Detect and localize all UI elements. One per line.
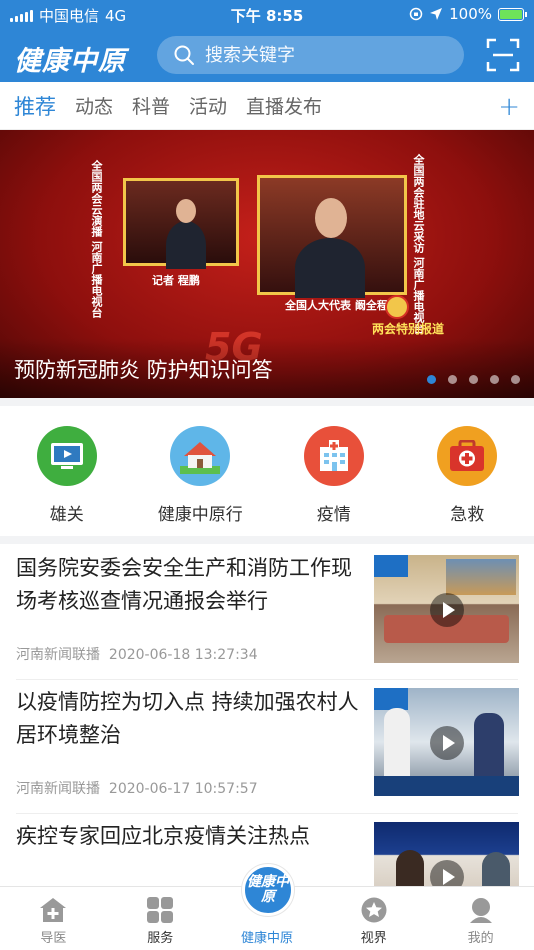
banner-screen-left bbox=[123, 178, 239, 269]
news-date: 2020-06-18 13:27:34 bbox=[108, 647, 258, 663]
banner-caption: 预防新冠肺炎 防护知识问答 bbox=[14, 358, 273, 382]
add-channel-icon[interactable]: + bbox=[498, 92, 520, 122]
app-logo: 健康中原 bbox=[14, 46, 126, 77]
banner-carousel[interactable]: 全国两会云演播 河南广播电视台 全国两会驻地云采访 河南广播电视台 记者 程鹏 … bbox=[0, 130, 534, 398]
tab-live[interactable]: 直播发布 bbox=[246, 92, 322, 119]
news-date: 2020-06-17 10:57:57 bbox=[108, 781, 258, 797]
tab-science[interactable]: 科普 bbox=[132, 92, 170, 119]
divider bbox=[0, 398, 534, 406]
shortcut-grid: 雄关 健康中原行 疫情 急救 bbox=[0, 406, 534, 536]
carousel-dot[interactable] bbox=[448, 375, 457, 384]
tabbar-item-mine[interactable]: 我的 bbox=[427, 887, 534, 950]
video-screen-icon bbox=[36, 426, 97, 486]
shortcut-label: 雄关 bbox=[49, 505, 84, 525]
carousel-dot[interactable] bbox=[427, 375, 436, 384]
scan-icon[interactable] bbox=[486, 38, 520, 72]
shortcut-first-aid[interactable]: 急救 bbox=[401, 406, 534, 536]
tabbar-label: 健康中原 bbox=[240, 931, 293, 946]
banner-reporter-label: 记者 程鹏 bbox=[152, 274, 200, 287]
news-title: 疾控专家回应北京疫情关注热点 bbox=[16, 824, 310, 848]
battery-text: 100% bbox=[449, 5, 492, 23]
news-source: 河南新闻联播 bbox=[16, 781, 100, 797]
star-circle-icon bbox=[361, 897, 387, 923]
news-item[interactable]: 以疫情防控为切入点 持续加强农村人居环境整治 河南新闻联播 2020-06-17… bbox=[0, 680, 534, 814]
tabbar-label: 导医 bbox=[40, 931, 67, 946]
play-icon[interactable] bbox=[430, 726, 464, 760]
news-caption-strip bbox=[374, 776, 519, 796]
first-aid-kit-icon bbox=[437, 426, 498, 486]
tab-events[interactable]: 活动 bbox=[189, 92, 227, 119]
news-item[interactable]: 国务院安委会安全生产和消防工作现场考核巡查情况通报会举行 河南新闻联播 2020… bbox=[0, 544, 534, 678]
tabbar-item-guide[interactable]: 导医 bbox=[0, 887, 107, 950]
tab-recommend[interactable]: 推荐 bbox=[14, 91, 56, 121]
carousel-dot[interactable] bbox=[511, 375, 520, 384]
search-bar[interactable] bbox=[157, 36, 464, 74]
search-icon bbox=[174, 45, 194, 65]
channel-logo bbox=[374, 555, 408, 577]
tabbar-item-services[interactable]: 服务 bbox=[107, 887, 214, 950]
tabbar-item-vision[interactable]: 视界 bbox=[320, 887, 427, 950]
news-thumbnail bbox=[374, 822, 519, 886]
news-thumbnail bbox=[374, 555, 519, 663]
carousel-dot[interactable] bbox=[490, 375, 499, 384]
news-source: 河南新闻联播 bbox=[16, 647, 100, 663]
carousel-dot[interactable] bbox=[469, 375, 478, 384]
news-title: 以疫情防控为切入点 持续加强农村人居环境整治 bbox=[16, 690, 359, 747]
channel-tabs: 推荐 动态 科普 活动 直播发布 + bbox=[0, 82, 534, 130]
hospital-icon bbox=[303, 426, 364, 486]
grid-icon bbox=[147, 897, 174, 923]
search-input[interactable] bbox=[205, 44, 435, 66]
shortcut-xiongguan[interactable]: 雄关 bbox=[0, 406, 134, 536]
shortcut-epidemic[interactable]: 疫情 bbox=[267, 406, 401, 536]
tab-news[interactable]: 动态 bbox=[75, 92, 113, 119]
house-icon bbox=[170, 426, 231, 486]
banner-rep-label: 全国人大代表 阚全程 bbox=[285, 299, 388, 312]
home-plus-icon bbox=[40, 898, 67, 922]
app-header: 健康中原 bbox=[0, 30, 534, 82]
battery-icon bbox=[498, 7, 527, 21]
banner-left-title: 全国两会云演播 河南广播电视台 bbox=[90, 160, 103, 318]
tabbar-label: 我的 bbox=[467, 931, 494, 946]
news-title: 国务院安委会安全生产和消防工作现场考核巡查情况通报会举行 bbox=[16, 556, 352, 613]
play-icon[interactable] bbox=[430, 860, 464, 886]
news-meta: 河南新闻联播 2020-06-17 10:57:57 bbox=[16, 778, 258, 798]
orientation-lock-icon bbox=[409, 7, 423, 21]
carousel-dots bbox=[427, 375, 520, 384]
location-icon bbox=[430, 8, 443, 20]
emblem-icon bbox=[385, 295, 409, 319]
tabbar-label: 视界 bbox=[360, 931, 387, 946]
shortcut-health-tour[interactable]: 健康中原行 bbox=[134, 406, 268, 536]
news-meta: 河南新闻联播 2020-06-18 13:27:34 bbox=[16, 644, 258, 664]
center-logo-button[interactable]: 健康中原 bbox=[242, 864, 294, 916]
banner-special-label: 两会特别报道 bbox=[372, 322, 445, 336]
divider bbox=[0, 536, 534, 544]
tabbar-label: 服务 bbox=[147, 931, 174, 946]
channel-logo bbox=[374, 688, 408, 710]
banner-screen-right bbox=[257, 175, 407, 298]
news-thumbnail bbox=[374, 688, 519, 796]
banner-right-title: 全国两会驻地云采访 河南广播电视台 bbox=[412, 154, 425, 334]
play-icon[interactable] bbox=[430, 593, 464, 627]
shortcut-label: 健康中原行 bbox=[157, 505, 243, 525]
shortcut-label: 疫情 bbox=[316, 505, 351, 525]
status-bar: 中国电信 4G 下午 8:55 100% bbox=[0, 0, 534, 30]
shortcut-label: 急救 bbox=[450, 505, 485, 525]
user-icon bbox=[469, 898, 492, 923]
